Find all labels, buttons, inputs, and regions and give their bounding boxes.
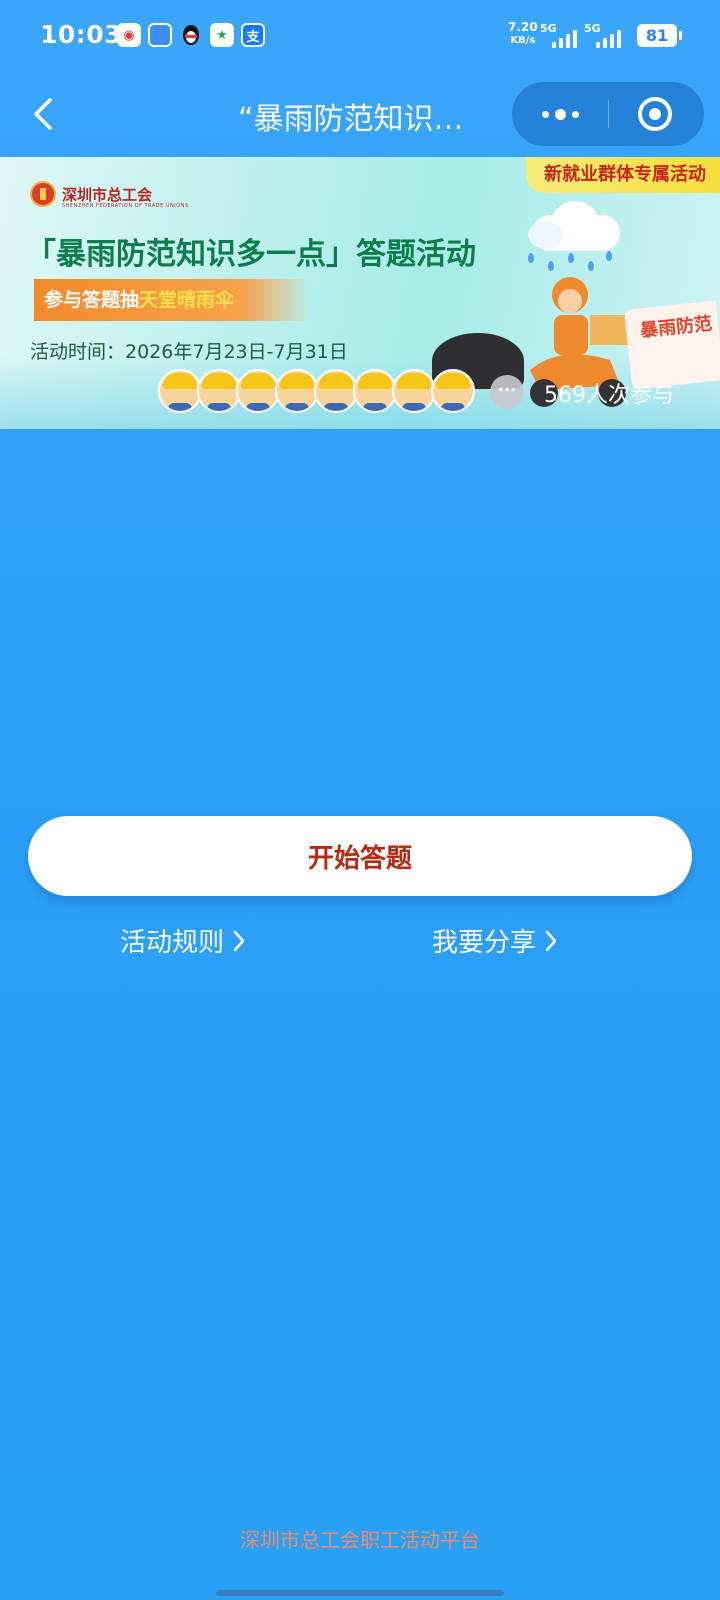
banner-headline: 「暴雨防范知识多一点」答题活动 bbox=[26, 237, 476, 272]
more-button[interactable] bbox=[512, 82, 608, 146]
chevron-right-icon bbox=[233, 930, 245, 951]
alipay-icon: 支 bbox=[241, 23, 265, 47]
notification-icons: ◉ ★ 支 bbox=[117, 23, 265, 47]
avatar bbox=[431, 369, 475, 413]
more-dots-icon bbox=[541, 108, 579, 120]
app-blue-icon bbox=[148, 23, 172, 47]
rules-link[interactable]: 活动规则 bbox=[120, 922, 246, 959]
avatar bbox=[353, 369, 397, 413]
net-speed-unit: KB/s bbox=[510, 35, 536, 46]
signal-1-icon: 5G bbox=[540, 22, 580, 48]
page-title: “暴雨防范知识… bbox=[238, 102, 464, 137]
avatar bbox=[197, 369, 241, 413]
back-button[interactable] bbox=[26, 94, 66, 134]
rain-cloud-icon bbox=[522, 201, 622, 253]
battery-icon: 81 bbox=[637, 24, 682, 47]
avatar bbox=[392, 369, 436, 413]
activity-banner: 新就业群体专属活动 深圳市总工会 SHENZHEN FEDERATION OF … bbox=[0, 157, 720, 429]
participant-avatars bbox=[158, 369, 475, 413]
activity-date: 活动时间：2026年7月23日-7月31日 bbox=[30, 341, 348, 363]
capsule-divider bbox=[608, 100, 609, 128]
avatar bbox=[236, 369, 280, 413]
nav-bar: “暴雨防范知识… bbox=[0, 72, 720, 156]
app-green-icon: ★ bbox=[210, 23, 234, 47]
status-bar: 10:03 ◉ ★ 支 7.20 KB/s 5G 5G 81 bbox=[0, 0, 720, 72]
net-speed: 7.20 KB/s bbox=[508, 21, 538, 47]
participant-count: 569人次参与 bbox=[544, 383, 674, 408]
rules-label: 活动规则 bbox=[120, 928, 225, 958]
share-label: 我要分享 bbox=[432, 928, 537, 958]
status-time: 10:03 bbox=[40, 20, 123, 49]
union-emblem-icon bbox=[30, 181, 56, 207]
more-avatars-icon: ··· bbox=[490, 375, 524, 409]
miniprogram-capsule bbox=[512, 82, 704, 146]
avatar bbox=[314, 369, 358, 413]
avatar bbox=[158, 369, 202, 413]
share-link[interactable]: 我要分享 bbox=[432, 922, 558, 959]
platform-footer: 深圳市总工会职工活动平台 bbox=[240, 1528, 480, 1552]
prize-prefix: 参与答题抽 bbox=[44, 289, 140, 311]
chevron-left-icon bbox=[34, 98, 52, 130]
org-name: 深圳市总工会 bbox=[62, 185, 153, 204]
chevron-right-icon bbox=[545, 930, 557, 951]
prize-highlight: 天堂晴雨伞 bbox=[139, 289, 235, 311]
org-name-en: SHENZHEN FEDERATION OF TRADE UNIONS bbox=[62, 203, 189, 209]
avatar bbox=[275, 369, 319, 413]
qq-penguin-icon bbox=[179, 23, 203, 47]
signal-2-icon: 5G bbox=[584, 22, 624, 48]
close-miniprogram-button[interactable] bbox=[638, 97, 672, 131]
home-indicator[interactable] bbox=[216, 1590, 504, 1596]
app-red-icon: ◉ bbox=[117, 23, 141, 47]
exclusive-tag: 新就业群体专属活动 bbox=[526, 157, 720, 193]
net-speed-value: 7.20 bbox=[508, 20, 538, 34]
prize-pill: 参与答题抽天堂晴雨伞 bbox=[34, 279, 310, 321]
start-quiz-button[interactable]: 开始答题 bbox=[28, 816, 692, 896]
